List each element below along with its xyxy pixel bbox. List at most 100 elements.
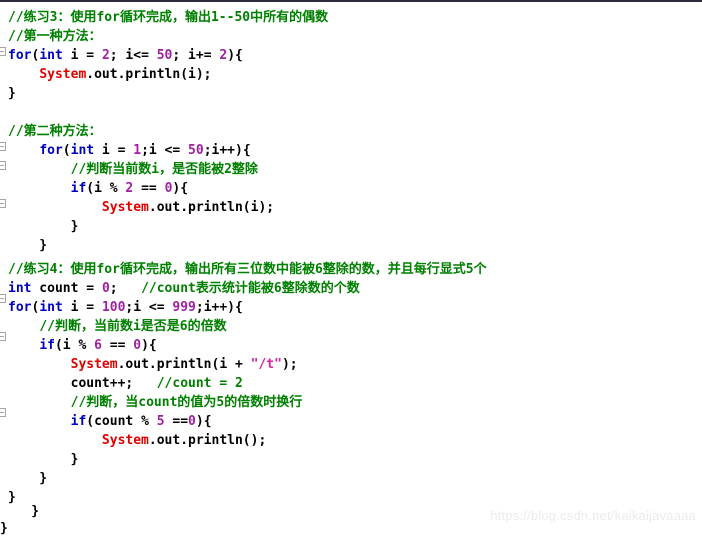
code-token-pln: ){ [195,414,212,429]
code-token-pln [8,395,71,410]
code-token-pln: ){ [227,48,243,63]
code-token-cmt: //练习3：使用for循环完成，输出1--50中所有的偶数 [8,10,329,25]
code-token-num: 5 [156,414,165,429]
code-token-cls: System [70,357,118,372]
code-line[interactable]: System.out.println(i); [0,65,702,84]
code-token-pln: ( [62,143,71,158]
code-token-kw: for [39,143,63,158]
code-token-num: 1 [133,143,142,158]
code-line[interactable]: } [0,236,702,255]
code-line[interactable]: if(i % 2 == 0){ [0,179,702,198]
code-line[interactable]: for(int i = 2; i<= 50; i+= 2){ [0,46,702,65]
code-token-pln [8,67,39,82]
code-token-pln: ; i+= [172,48,220,63]
code-token-pln [8,162,71,177]
code-token-pln: ); [281,357,298,372]
code-token-pln: ){ [141,338,157,353]
code-line[interactable]: //第二种方法： [0,122,702,141]
code-token-cls: System [101,433,149,448]
code-token-num: 0 [133,338,142,353]
code-token-pln: .out.println(i + [117,357,251,372]
code-token-pln: count = [31,281,102,296]
code-line[interactable]: //第一种方法： [0,27,702,46]
code-line[interactable]: //练习3：使用for循环完成，输出1--50中所有的偶数 [0,8,702,27]
code-token-kw: int [70,143,95,158]
code-token-pln: .out.println(); [148,433,267,448]
code-token-pln [8,143,39,158]
code-token-cmt: //count表示统计能被6整除数的个数 [141,281,360,296]
code-line[interactable]: } [0,450,702,469]
code-token-pln: .out.println(i); [86,67,212,82]
code-token-pln: i = [62,300,102,315]
code-token-pln: (i % [86,181,126,196]
code-token-num: 0 [101,281,110,296]
code-token-kw: if [70,181,87,196]
code-token-cls: System [101,200,149,215]
code-line[interactable]: for(int i = 1;i <= 50;i++){ [0,141,702,160]
code-token-pln [8,200,102,215]
code-token-pln: } [0,504,40,519]
code-token-pln: ){ [172,181,189,196]
code-token-cmt: //第二种方法： [8,124,102,139]
code-token-pln: == [133,181,165,196]
code-token-pln: (count % [86,414,157,429]
code-token-kw: for [8,300,32,315]
code-token-str: "/t" [250,357,282,372]
code-token-cmt: //判断当前数i，是否能被2整除 [70,162,258,177]
code-token-pln: == [101,338,134,353]
code-token-pln: ;i++){ [203,143,251,158]
code-line[interactable]: int count = 0; //count表示统计能被6整除数的个数 [0,279,702,298]
code-token-pln: count++; [8,376,157,391]
code-token-cls: System [39,67,87,82]
code-line[interactable]: } [0,217,702,236]
code-editor-pane[interactable]: //练习3：使用for循环完成，输出1--50中所有的偶数 //第一种方法： for… [0,0,702,536]
code-line[interactable]: count++; //count = 2 [0,374,702,393]
code-token-pln: == [164,414,189,429]
code-line[interactable]: //练习4：使用for循环完成，输出所有三位数中能被6整除的数，并且每行显式5个 [0,260,702,279]
code-token-pln: } [8,238,48,253]
editor-top-border [0,0,702,2]
code-line[interactable]: System.out.println(); [0,431,702,450]
code-token-cmt: //第一种方法： [8,29,102,44]
code-line[interactable]: //判断，当count的值为5的倍数时换行 [0,393,702,412]
code-token-pln: ;i <= [141,143,189,158]
code-line[interactable]: //判断当前数i，是否能被2整除 [0,160,702,179]
code-token-pln [8,181,71,196]
watermark-text: https://blog.csdn.net/kaikaijavaaaa [490,508,696,523]
code-token-pln [8,433,102,448]
code-content[interactable]: //练习3：使用for循环完成，输出1--50中所有的偶数 //第一种方法： for… [0,4,702,536]
code-token-num: 999 [172,300,196,315]
code-token-pln: i = [94,143,134,158]
code-token-pln: } [8,86,16,101]
code-token-pln: ; [109,281,142,296]
code-token-pln: } [8,471,48,486]
code-token-pln: ;i++){ [195,300,243,315]
code-token-pln: (i % [54,338,95,353]
code-token-kw: if [70,414,87,429]
code-token-pln [8,414,71,429]
code-token-num: 2 [101,48,110,63]
code-line[interactable]: for(int i = 100;i <= 999;i++){ [0,298,702,317]
code-token-cmt: //count = 2 [156,376,243,391]
code-line[interactable]: //判断，当前数i是否是6的倍数 [0,317,702,336]
code-token-pln: ; i<= [109,48,157,63]
code-token-cmt: //判断，当count的值为5的倍数时换行 [70,395,303,410]
code-token-kw: int [39,48,63,63]
code-line[interactable]: if(i % 6 == 0){ [0,336,702,355]
code-token-pln [8,357,71,372]
code-token-pln: } [8,219,79,234]
code-token-num: 2 [219,48,228,63]
code-line[interactable]: System.out.println(i + "/t"); [0,355,702,374]
code-line[interactable]: } [0,469,702,488]
code-token-num: 6 [94,338,102,353]
code-line[interactable]: } [0,84,702,103]
code-token-pln: .out.println(i); [148,200,275,215]
code-token-pln: i = [62,48,102,63]
code-line[interactable]: if(count % 5 ==0){ [0,412,702,431]
code-line[interactable]: System.out.println(i); [0,198,702,217]
code-token-kw: if [39,338,55,353]
code-token-num: 50 [156,48,173,63]
code-token-kw: for [8,48,32,63]
code-token-pln: } [8,452,79,467]
code-token-cmt: //判断，当前数i是否是6的倍数 [39,319,227,334]
